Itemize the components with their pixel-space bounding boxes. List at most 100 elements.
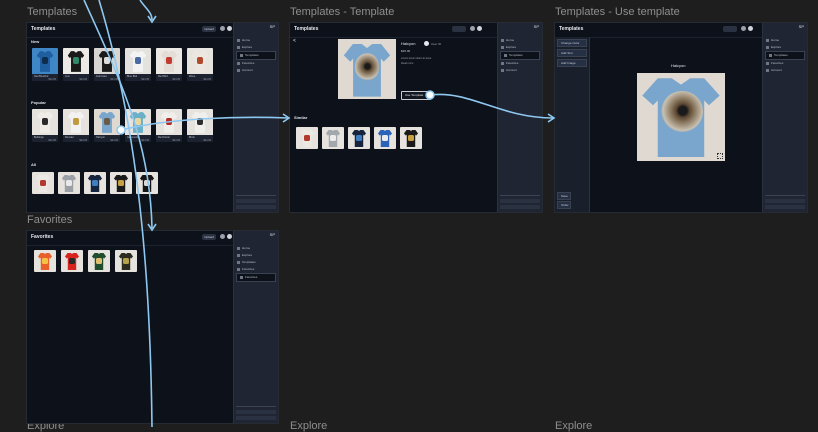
frame-label-template-detail: Templates - Template bbox=[290, 6, 395, 18]
sidebar-item-favorites[interactable]: Favorites bbox=[763, 60, 807, 67]
template-card[interactable]: Blue Bird $24.95 bbox=[125, 48, 151, 81]
resize-handle-icon[interactable] bbox=[717, 153, 723, 159]
user-icon bbox=[766, 68, 769, 72]
template-card[interactable]: Lion $24.95 bbox=[63, 48, 89, 81]
template-card[interactable]: Red Floral $24.95 bbox=[156, 109, 182, 142]
template-thumb[interactable] bbox=[110, 172, 132, 194]
template-card[interactable]: Geometric $24.95 bbox=[125, 109, 151, 142]
frame-header: Templates bbox=[555, 23, 763, 38]
favorite-thumb[interactable] bbox=[34, 250, 56, 272]
template-card[interactable]: Rooster $24.95 bbox=[63, 109, 89, 142]
sidebar-footer bbox=[500, 195, 540, 209]
template-card[interactable]: Wave $24.95 bbox=[187, 48, 213, 81]
sidebar-logo: SP bbox=[269, 232, 275, 237]
similar-thumb[interactable] bbox=[374, 127, 396, 149]
sidebar-item-templates[interactable]: Templates bbox=[236, 51, 276, 60]
favorite-thumb[interactable] bbox=[88, 250, 110, 272]
design-canvas[interactable] bbox=[637, 73, 725, 161]
avatar[interactable] bbox=[477, 26, 482, 31]
sidebar: SP Home Explore Templates Favorites Favo… bbox=[233, 231, 278, 423]
template-thumb[interactable] bbox=[32, 172, 54, 194]
frame-header: Templates bbox=[290, 23, 498, 38]
sidebar-item-templates[interactable]: Templates bbox=[765, 51, 805, 60]
sidebar-item-templates[interactable]: Templates bbox=[500, 51, 540, 60]
section-similar: Similar bbox=[294, 115, 308, 120]
user-avatar bbox=[424, 41, 429, 46]
upload-button[interactable] bbox=[452, 26, 466, 32]
sidebar-item-home[interactable]: Home bbox=[234, 245, 278, 252]
similar-thumb[interactable] bbox=[400, 127, 422, 149]
sidebar-item-templates[interactable]: Templates bbox=[234, 259, 278, 266]
explore-icon bbox=[237, 253, 240, 257]
sidebar-item-explore[interactable]: Explore bbox=[234, 44, 278, 51]
notification-icon[interactable] bbox=[220, 26, 225, 31]
notification-icon[interactable] bbox=[220, 234, 225, 239]
sidebar: SP Home Explore Templates Favorites Acco… bbox=[497, 23, 542, 212]
avatar[interactable] bbox=[227, 234, 232, 239]
sidebar-item-account[interactable]: Account bbox=[498, 67, 542, 74]
sidebar-item-home[interactable]: Home bbox=[763, 37, 807, 44]
similar-thumb[interactable] bbox=[322, 127, 344, 149]
upload-button[interactable]: Upload bbox=[202, 234, 216, 240]
section-popular: Popular bbox=[31, 100, 46, 105]
templates-icon bbox=[504, 53, 507, 57]
save-button[interactable]: Save bbox=[557, 192, 571, 200]
similar-thumb[interactable] bbox=[296, 127, 318, 149]
read-more-link[interactable]: Read more bbox=[401, 62, 413, 65]
template-detail-frame: Templates < Halcyon User ID $26.00 Lorem… bbox=[289, 22, 543, 213]
home-icon bbox=[766, 38, 769, 42]
add-text-tool[interactable]: Add Text bbox=[557, 49, 587, 57]
sidebar-item-account[interactable]: Account bbox=[763, 67, 807, 74]
sidebar-item-explore[interactable]: Explore bbox=[763, 44, 807, 51]
sidebar-item-home[interactable]: Home bbox=[234, 37, 278, 44]
templates-icon bbox=[769, 53, 772, 57]
template-card[interactable]: Birds $24.95 bbox=[187, 109, 213, 142]
sidebar-item-home[interactable]: Home bbox=[498, 37, 542, 44]
favorite-thumb[interactable] bbox=[61, 250, 83, 272]
template-card[interactable]: Bulldogs $24.95 bbox=[32, 109, 58, 142]
template-thumb[interactable] bbox=[58, 172, 80, 194]
template-preview-image bbox=[338, 39, 396, 99]
sidebar-item-account[interactable]: Account bbox=[234, 67, 278, 74]
page-title: Favorites bbox=[31, 234, 54, 240]
sidebar-item-favorites[interactable]: Favorites bbox=[498, 60, 542, 67]
template-card[interactable]: Sad Bluebird $24.95 bbox=[32, 48, 58, 81]
template-thumb[interactable] bbox=[136, 172, 158, 194]
user-id[interactable]: User ID bbox=[431, 42, 441, 46]
upload-button[interactable]: Upload bbox=[202, 26, 216, 32]
template-card[interactable]: Red Bird $24.95 bbox=[156, 48, 182, 81]
home-icon bbox=[501, 38, 504, 42]
use-template-frame: Templates Change Color Add Text Add Imag… bbox=[554, 22, 808, 213]
heart-icon bbox=[501, 61, 504, 65]
sidebar-footer bbox=[765, 195, 805, 209]
change-color-tool[interactable]: Change Color bbox=[557, 39, 587, 47]
similar-thumb[interactable] bbox=[348, 127, 370, 149]
order-button[interactable]: Order bbox=[557, 201, 571, 209]
arrow-to-templates bbox=[139, 0, 153, 21]
canvas-title: Halcyon bbox=[671, 63, 686, 68]
upload-button[interactable] bbox=[723, 26, 737, 32]
sidebar-footer bbox=[236, 195, 276, 209]
use-template-button[interactable]: Use Template bbox=[401, 91, 431, 100]
sidebar-item-favorites-active[interactable]: Favorites bbox=[236, 273, 276, 282]
explore-icon bbox=[237, 45, 240, 49]
template-card[interactable]: Halcyon $24.95 bbox=[94, 109, 120, 142]
sidebar-item-explore[interactable]: Explore bbox=[234, 252, 278, 259]
favorite-thumb[interactable] bbox=[115, 250, 137, 272]
template-card[interactable]: Astronaut $24.95 bbox=[94, 48, 120, 81]
section-new: New bbox=[31, 39, 40, 44]
template-thumb[interactable] bbox=[84, 172, 106, 194]
notification-icon[interactable] bbox=[741, 26, 746, 31]
heart-icon bbox=[237, 61, 240, 65]
avatar[interactable] bbox=[748, 26, 753, 31]
frame-label-use-template: Templates - Use template bbox=[555, 6, 680, 18]
heart-icon bbox=[237, 267, 240, 271]
notification-icon[interactable] bbox=[470, 26, 475, 31]
back-button[interactable]: < bbox=[293, 38, 296, 44]
avatar[interactable] bbox=[227, 26, 232, 31]
add-image-tool[interactable]: Add Image bbox=[557, 59, 587, 67]
sidebar-item-favorites[interactable]: Favorites bbox=[234, 60, 278, 67]
sidebar-item-explore[interactable]: Explore bbox=[498, 44, 542, 51]
sidebar-item-favorites[interactable]: Favorites bbox=[234, 266, 278, 273]
sidebar-logo: SP bbox=[533, 24, 539, 29]
